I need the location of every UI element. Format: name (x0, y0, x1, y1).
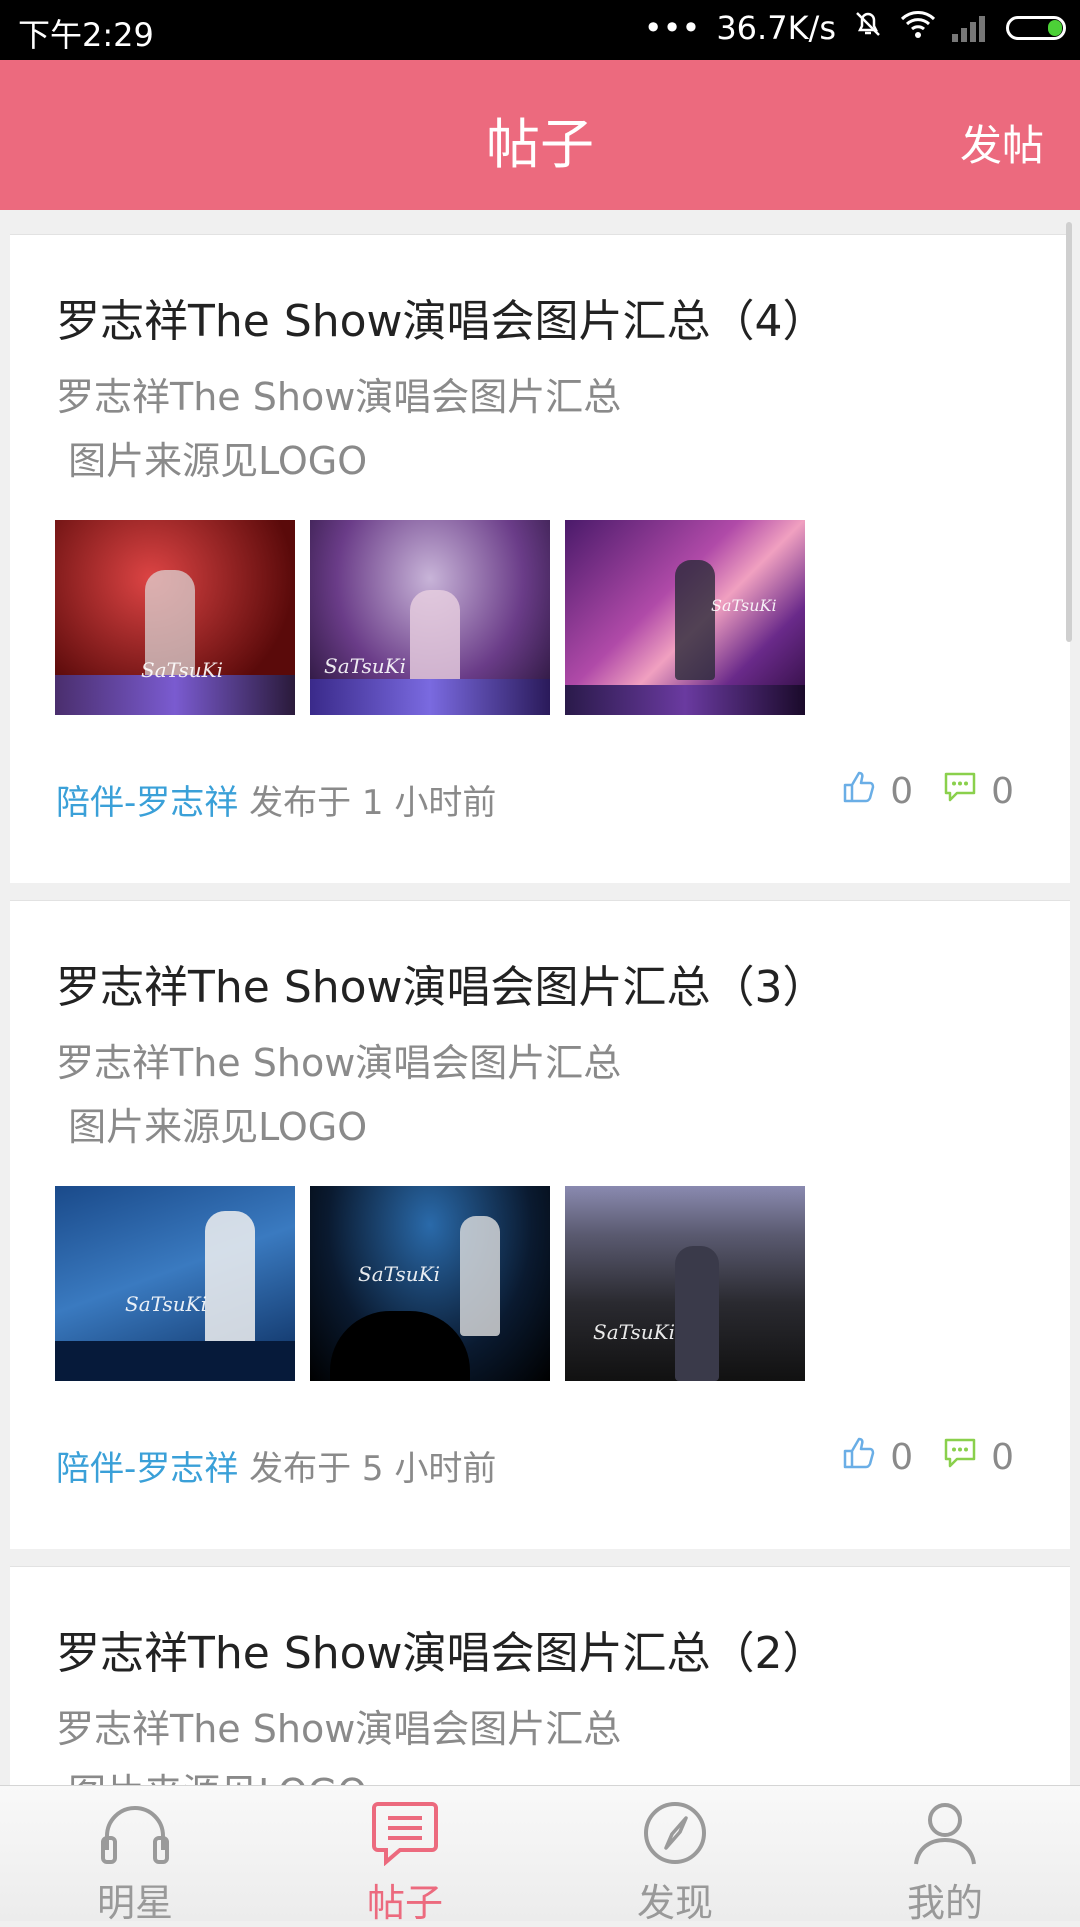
comment-icon (943, 771, 977, 812)
tab-discover[interactable]: 发现 (540, 1786, 810, 1925)
image-watermark: SaTsuKi (125, 1292, 207, 1316)
post-stats: 0 0 (812, 770, 1014, 813)
thumbs-up-icon (842, 770, 876, 813)
bottom-nav: 明星 帖子 发现 我的 (0, 1785, 1080, 1925)
app-header: 帖子 发帖 (0, 60, 1080, 210)
card-edge (10, 1549, 1070, 1563)
person-icon (908, 1800, 982, 1870)
post-card[interactable]: 罗志祥The Show演唱会图片汇总（4） 罗志祥The Show演唱会图片汇总… (10, 234, 1070, 897)
status-time: 下午2:29 (18, 16, 154, 54)
comment-icon (943, 1437, 977, 1478)
status-bar: 下午2:29 ••• 36.7K/s (0, 0, 1080, 60)
post-image[interactable]: SaTsuKi (565, 520, 805, 715)
like-button[interactable]: 0 (842, 1436, 913, 1479)
tab-label: 我的 (906, 1881, 983, 1925)
post-meta: 陪伴-罗志祥 发布于 1 小时前 (56, 775, 496, 824)
chat-bubble-icon (368, 1800, 442, 1870)
excerpt-line: 罗志祥The Show演唱会图片汇总 (56, 1707, 622, 1751)
post-stats: 0 0 (812, 1436, 1014, 1479)
thumbs-up-icon (842, 1436, 876, 1479)
like-count: 0 (890, 1437, 914, 1478)
post-title[interactable]: 罗志祥The Show演唱会图片汇总（3） (56, 951, 827, 1015)
like-count: 0 (890, 771, 914, 812)
tab-me[interactable]: 我的 (810, 1786, 1080, 1925)
status-icons: ••• 36.7K/s (644, 8, 1066, 48)
more-dots-icon: ••• (643, 9, 701, 47)
post-images: SaTsuKi SaTsuKi SaTsuKi (55, 1186, 805, 1381)
post-excerpt: 罗志祥The Show演唱会图片汇总 图片来源见LOGO (56, 1031, 621, 1159)
network-speed: 36.7K/s (716, 9, 836, 47)
image-watermark: SaTsuKi (711, 596, 777, 615)
tab-label: 明星 (96, 1881, 173, 1925)
post-image[interactable]: SaTsuKi (310, 1186, 550, 1381)
excerpt-line: 罗志祥The Show演唱会图片汇总 (56, 1041, 622, 1085)
comment-button[interactable]: 0 (943, 1437, 1014, 1478)
excerpt-line: 罗志祥The Show演唱会图片汇总 (56, 375, 622, 419)
excerpt-line: 图片来源见LOGO (56, 1761, 621, 1785)
post-author[interactable]: 陪伴-罗志祥 (56, 783, 238, 823)
post-list[interactable]: 罗志祥The Show演唱会图片汇总（4） 罗志祥The Show演唱会图片汇总… (0, 210, 1080, 1785)
battery-icon (1006, 16, 1066, 40)
tab-posts[interactable]: 帖子 (270, 1786, 540, 1925)
mute-icon (852, 8, 884, 48)
post-images: SaTsuKi SaTsuKi SaTsuKi (55, 520, 805, 715)
like-button[interactable]: 0 (842, 770, 913, 813)
compass-icon (638, 1800, 712, 1870)
comment-button[interactable]: 0 (943, 771, 1014, 812)
comment-count: 0 (991, 1437, 1014, 1478)
excerpt-line: 图片来源见LOGO (56, 439, 368, 483)
headphones-icon (98, 1800, 172, 1870)
post-title[interactable]: 罗志祥The Show演唱会图片汇总（2） (56, 1617, 827, 1681)
post-card[interactable]: 罗志祥The Show演唱会图片汇总（3） 罗志祥The Show演唱会图片汇总… (10, 900, 1070, 1563)
post-image[interactable]: SaTsuKi (55, 1186, 295, 1381)
tab-label: 帖子 (366, 1881, 443, 1925)
signal-icon (952, 14, 990, 42)
post-excerpt: 罗志祥The Show演唱会图片汇总 图片来源见LOGO (56, 365, 621, 493)
post-meta: 陪伴-罗志祥 发布于 5 小时前 (56, 1441, 496, 1490)
comment-count: 0 (991, 771, 1014, 812)
page-title: 帖子 (486, 113, 594, 176)
tab-stars[interactable]: 明星 (0, 1786, 270, 1925)
post-title[interactable]: 罗志祥The Show演唱会图片汇总（4） (56, 285, 827, 349)
post-time: 发布于 5 小时前 (249, 1449, 497, 1489)
post-card[interactable]: 罗志祥The Show演唱会图片汇总（2） 罗志祥The Show演唱会图片汇总… (10, 1566, 1070, 1785)
wifi-icon (900, 9, 936, 47)
image-watermark: SaTsuKi (593, 1320, 675, 1344)
tab-label: 发现 (636, 1881, 713, 1925)
scrollbar[interactable] (1066, 222, 1072, 642)
post-image[interactable]: SaTsuKi (55, 520, 295, 715)
card-edge (10, 883, 1070, 897)
new-post-button[interactable]: 发帖 (960, 112, 1044, 173)
image-watermark: SaTsuKi (358, 1262, 440, 1286)
image-watermark: SaTsuKi (324, 654, 406, 678)
post-image[interactable]: SaTsuKi (565, 1186, 805, 1381)
excerpt-line: 图片来源见LOGO (56, 1105, 368, 1149)
post-author[interactable]: 陪伴-罗志祥 (56, 1449, 238, 1489)
post-image[interactable]: SaTsuKi (310, 520, 550, 715)
post-time: 发布于 1 小时前 (249, 783, 497, 823)
post-excerpt: 罗志祥The Show演唱会图片汇总 图片来源见LOGO (56, 1697, 621, 1785)
image-watermark: SaTsuKi (141, 658, 223, 682)
